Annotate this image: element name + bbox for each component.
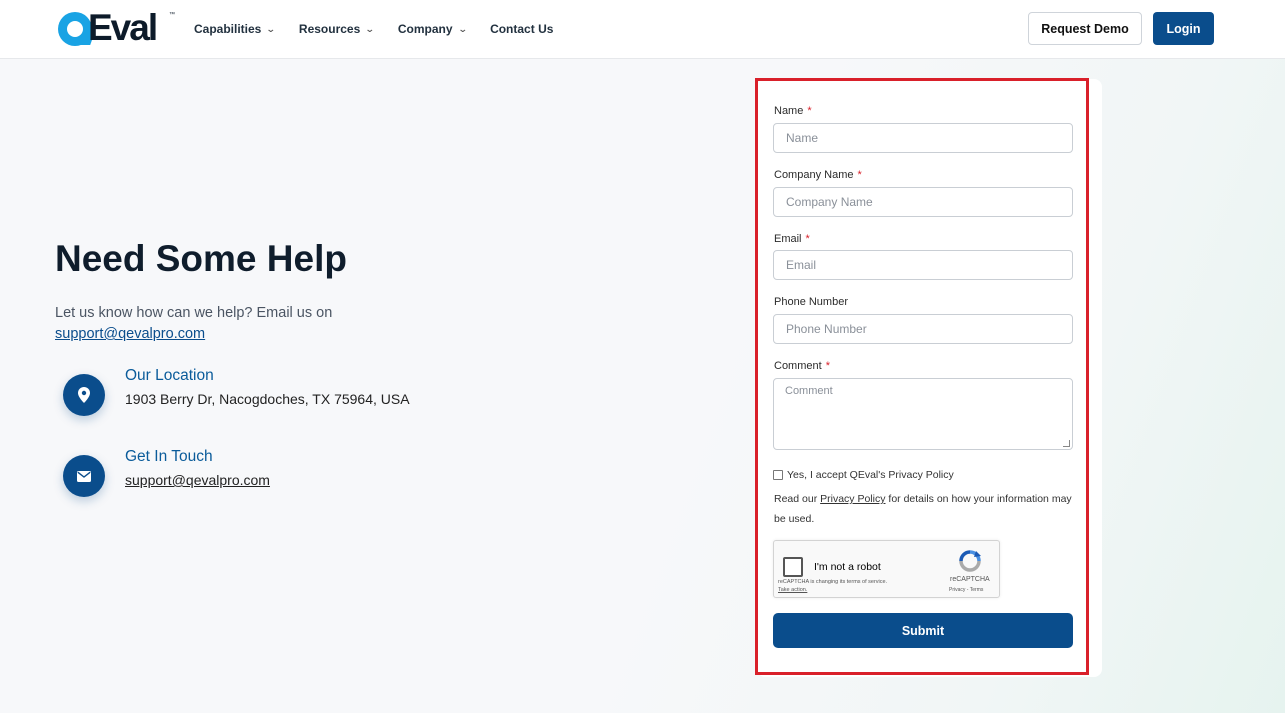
phone-number-label: Phone Number [774, 296, 848, 308]
recaptcha-widget: I'm not a robot reCAPTCHA is changing it… [773, 540, 1000, 598]
recaptcha-take-action-link[interactable]: Take action. [778, 587, 807, 593]
resize-handle-icon[interactable] [1063, 440, 1070, 447]
location-title: Our Location [125, 367, 214, 384]
login-button[interactable]: Login [1153, 12, 1214, 45]
name-input[interactable]: Name [773, 123, 1073, 153]
get-in-touch-title: Get In Touch [125, 448, 213, 465]
name-label: Name * [774, 105, 812, 117]
recaptcha-checkbox[interactable] [783, 557, 803, 577]
mail-icon [63, 455, 105, 497]
get-in-touch-email-link[interactable]: support@qevalpro.com [125, 472, 270, 488]
privacy-policy-checkbox[interactable] [773, 470, 783, 480]
top-navbar: Eval ™ Capabilities ⌄ Resources ⌄ Compan… [0, 0, 1285, 59]
submit-button[interactable]: Submit [773, 613, 1073, 648]
recaptcha-terms-links[interactable]: Privacy - Terms [949, 587, 983, 593]
privacy-accept-label: Yes, I accept QEval's Privacy Policy [787, 469, 954, 481]
page-title: Need Some Help [55, 238, 347, 279]
location-address: 1903 Berry Dr, Nacogdoches, TX 75964, US… [125, 391, 410, 407]
recaptcha-note: reCAPTCHA is changing its terms of servi… [778, 579, 888, 593]
logo-trademark: ™ [169, 12, 175, 18]
location-block: Our Location 1903 Berry Dr, Nacogdoches,… [63, 367, 410, 416]
support-email-link[interactable]: support@qevalpro.com [55, 326, 205, 342]
comment-textarea[interactable]: Comment [773, 378, 1073, 450]
privacy-policy-link[interactable]: Privacy Policy [820, 493, 885, 505]
chevron-down-icon: ⌄ [266, 23, 277, 34]
nav-item-capabilities[interactable]: Capabilities ⌄ [194, 22, 277, 36]
company-name-label: Company Name * [774, 169, 862, 181]
recaptcha-icon [959, 550, 981, 572]
company-name-input[interactable]: Company Name [773, 187, 1073, 217]
nav-item-company[interactable]: Company ⌄ [398, 22, 468, 36]
chevron-down-icon: ⌄ [457, 23, 468, 34]
recaptcha-label: I'm not a robot [814, 561, 881, 573]
request-demo-button[interactable]: Request Demo [1028, 12, 1142, 45]
recaptcha-brand: reCAPTCHA [950, 576, 990, 583]
nav-item-resources[interactable]: Resources ⌄ [299, 22, 375, 36]
nav-item-contact-us[interactable]: Contact Us [490, 22, 553, 36]
chevron-down-icon: ⌄ [365, 23, 375, 34]
qeval-logo[interactable]: Eval ™ [58, 7, 175, 48]
email-label: Email * [774, 233, 810, 245]
location-pin-icon [63, 374, 105, 416]
privacy-note: Read our Privacy Policy for details on h… [774, 493, 1072, 525]
get-in-touch-block: Get In Touch support@qevalpro.com [63, 448, 270, 497]
logo-text: Eval [88, 7, 158, 48]
email-input[interactable]: Email [773, 250, 1073, 280]
phone-number-input[interactable]: Phone Number [773, 314, 1073, 344]
main-nav: Capabilities ⌄ Resources ⌄ Company ⌄ Con… [194, 22, 577, 36]
comment-label: Comment * [774, 360, 830, 372]
help-description: Let us know how can we help? Email us on… [55, 305, 333, 342]
